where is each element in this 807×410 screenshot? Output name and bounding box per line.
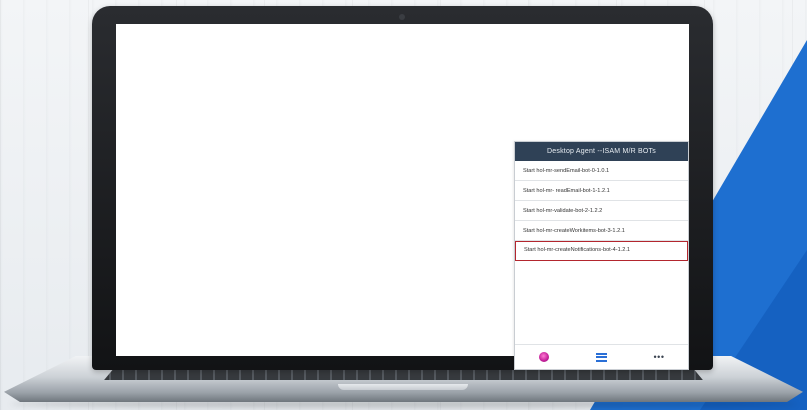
avatar-icon[interactable] bbox=[538, 352, 549, 362]
agent-panel-title: Desktop Agent --ISAM M/R BOTs bbox=[515, 142, 688, 161]
bot-item-create-notifications[interactable]: Start hol-mr-createNotifications-bot-4-1… bbox=[515, 241, 688, 261]
bot-item-create-workitems[interactable]: Start hol-mr-createWorkitems-bot-3-1.2.1 bbox=[515, 221, 688, 241]
laptop-screen: Desktop Agent --ISAM M/R BOTs Start hol-… bbox=[116, 24, 689, 370]
bot-item-read-email[interactable]: Start hol-mr- readEmail-bot-1-1.2.1 bbox=[515, 181, 688, 201]
bot-list: Start hol-mr-sendEmail-bot-0-1.0.1 Start… bbox=[515, 161, 688, 261]
laptop-lid: Desktop Agent --ISAM M/R BOTs Start hol-… bbox=[92, 6, 713, 370]
bot-item-send-email[interactable]: Start hol-mr-sendEmail-bot-0-1.0.1 bbox=[515, 161, 688, 181]
laptop-lid-notch bbox=[338, 384, 468, 390]
agent-panel-footer: ••• bbox=[515, 344, 688, 369]
more-icon[interactable]: ••• bbox=[654, 352, 665, 362]
bot-item-validate[interactable]: Start hol-mr-validate-bot-2-1.2.2 bbox=[515, 201, 688, 221]
list-icon[interactable] bbox=[595, 352, 607, 362]
desktop-agent-panel: Desktop Agent --ISAM M/R BOTs Start hol-… bbox=[514, 141, 689, 370]
webcam bbox=[399, 14, 405, 20]
